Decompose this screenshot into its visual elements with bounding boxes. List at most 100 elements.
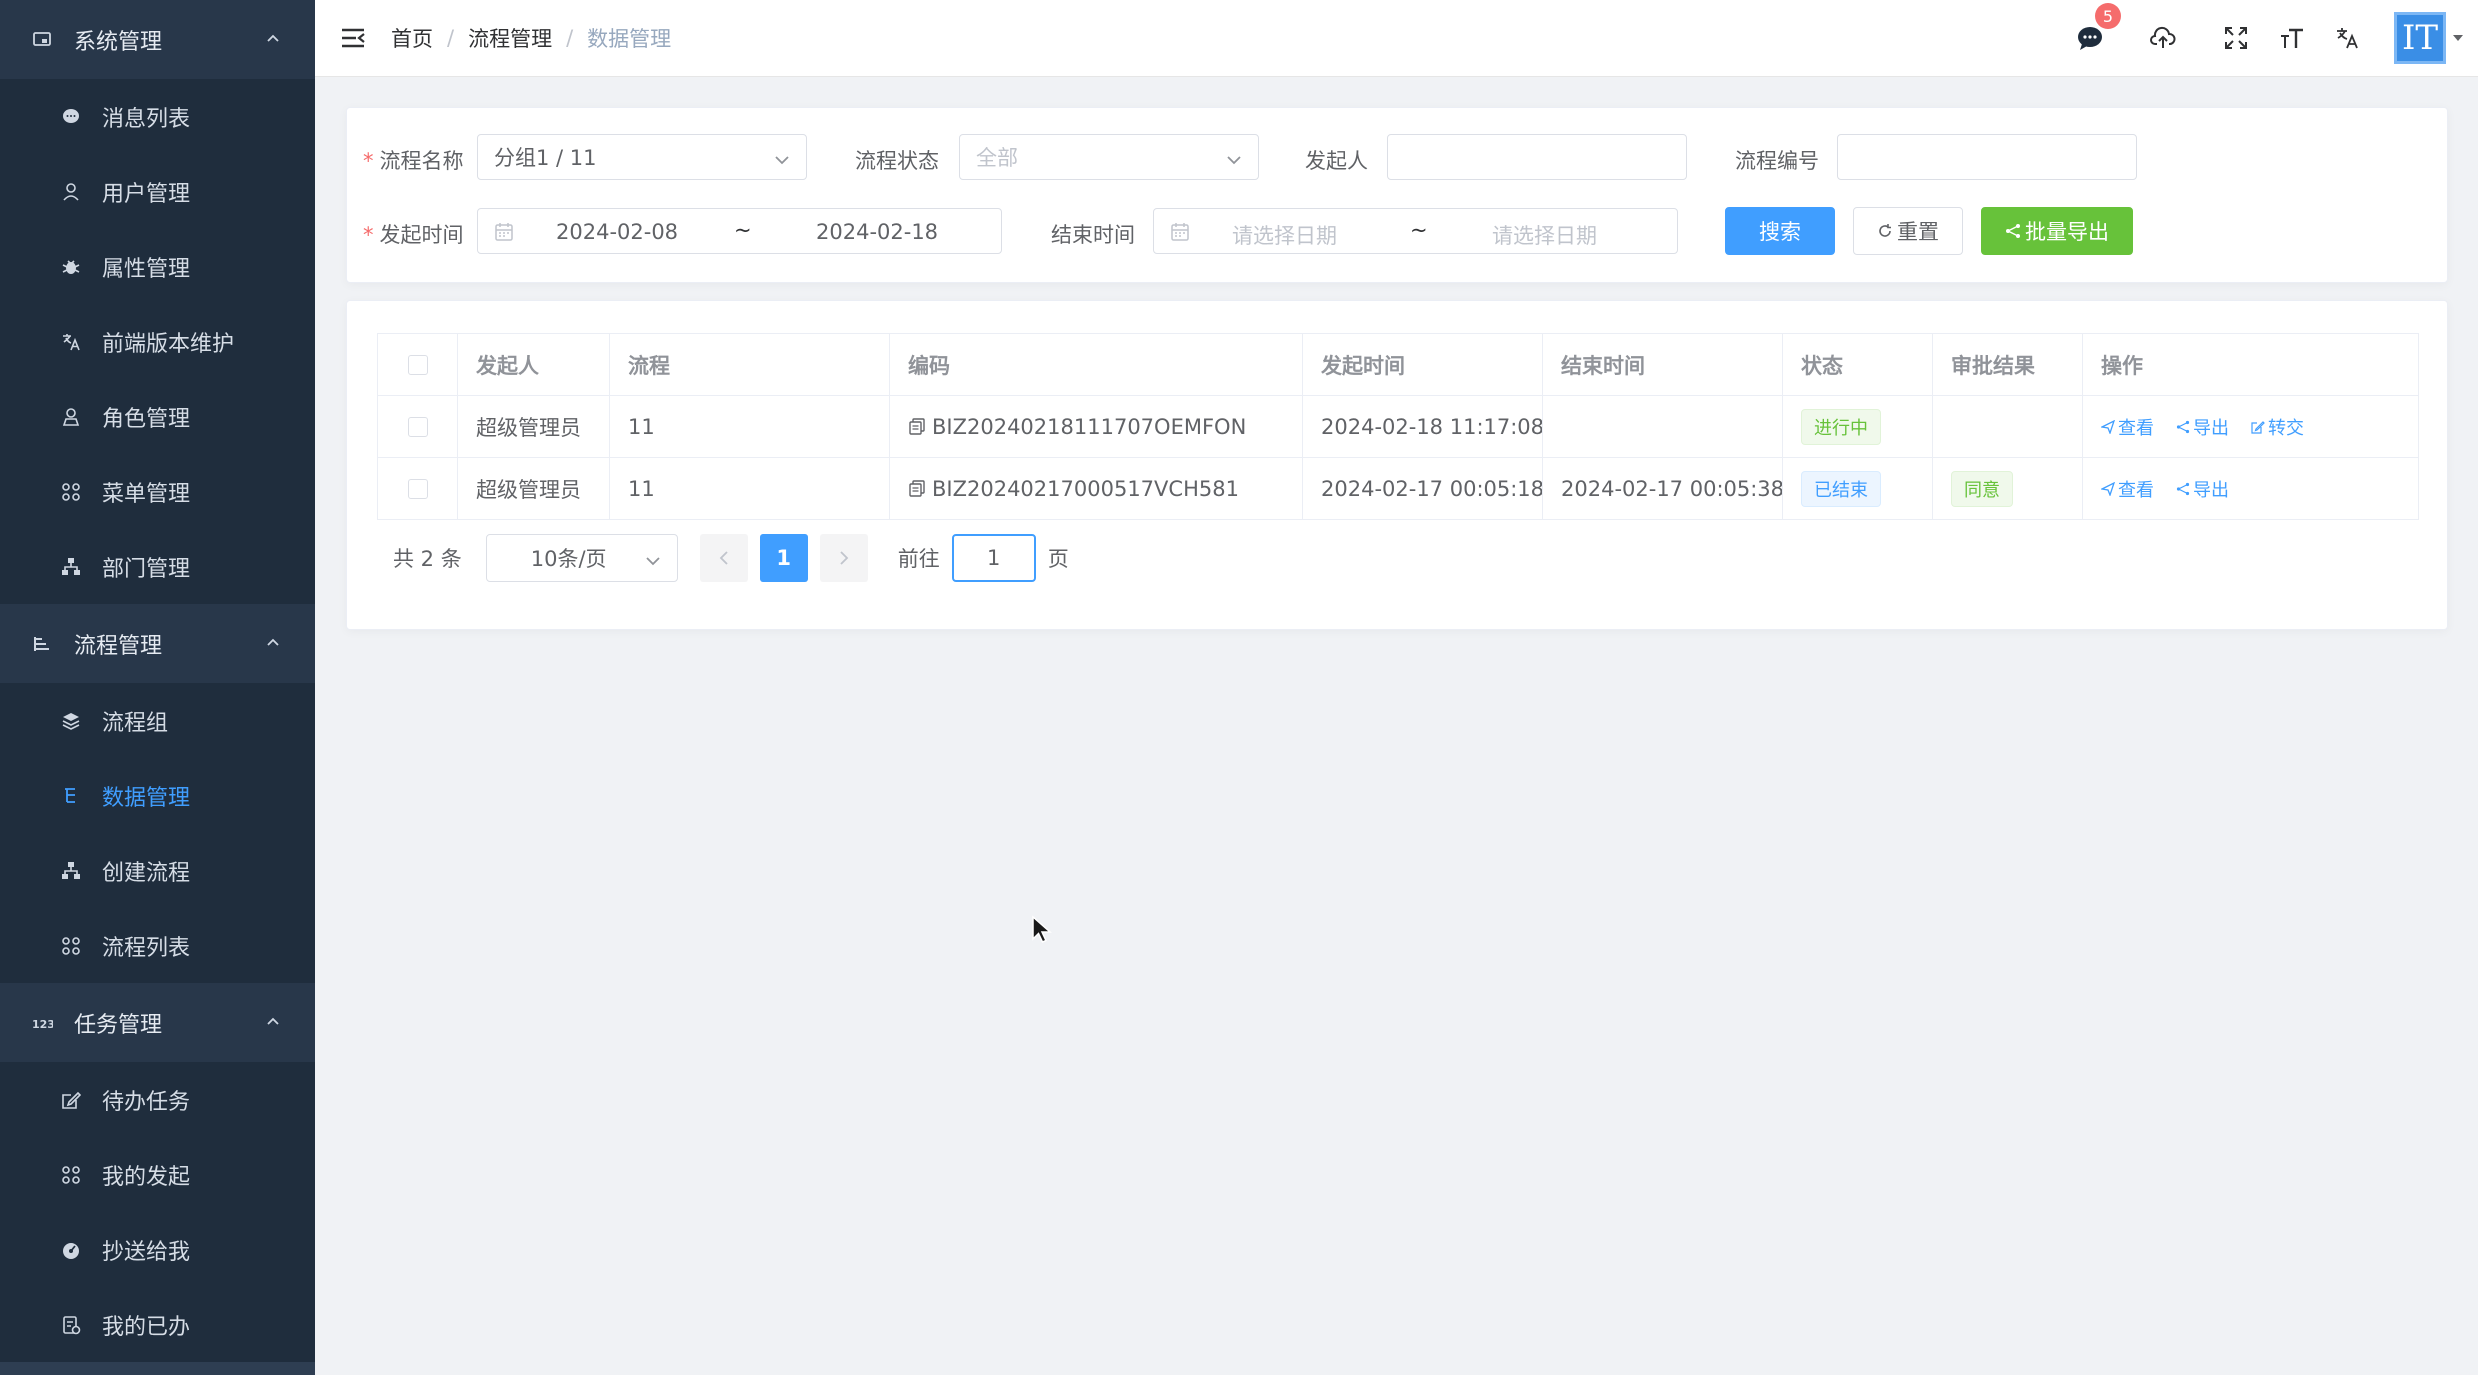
- sidebar-item-cc-to-me[interactable]: 抄送给我: [0, 1212, 315, 1287]
- sidebar-item-label: 菜单管理: [102, 481, 191, 507]
- page-number-button[interactable]: 1: [759, 534, 808, 582]
- sidebar-item-frontend-version[interactable]: 前端版本维护: [0, 304, 315, 379]
- sidebar: 系统管理 消息列表 用户管理 属性管理 前端版本维护 角色管理 菜单管理 部门管…: [0, 0, 315, 1375]
- sidebar-item-menu-management[interactable]: 菜单管理: [0, 454, 315, 529]
- sidebar-item-data-management[interactable]: 数据管理: [0, 758, 315, 833]
- reset-button[interactable]: 重置: [1853, 207, 1963, 255]
- sidebar-item-department-management[interactable]: 部门管理: [0, 529, 315, 604]
- sidebar-item-todo-tasks[interactable]: 待办任务: [0, 1062, 315, 1137]
- column-header-start-time: 发起时间: [1303, 334, 1543, 395]
- start-date-from[interactable]: 2024-02-08: [556, 220, 678, 244]
- export-link[interactable]: 导出: [2176, 476, 2229, 502]
- start-time-range-picker[interactable]: 2024-02-08 ~ 2024-02-18: [477, 208, 1002, 254]
- sidebar-item-create-flow[interactable]: 创建流程: [0, 833, 315, 908]
- edit-icon: [2251, 420, 2265, 434]
- cell-status: 已结束: [1783, 458, 1933, 519]
- sidebar-item-my-done[interactable]: 我的已办: [0, 1287, 315, 1362]
- breadcrumb-flow-management[interactable]: 流程管理: [468, 23, 552, 53]
- batch-export-button[interactable]: 批量导出: [1981, 207, 2133, 255]
- translate-icon[interactable]: [2333, 23, 2363, 53]
- view-link[interactable]: 查看: [2101, 476, 2154, 502]
- sidebar-item-message-list[interactable]: 消息列表: [0, 79, 315, 154]
- sidebar-item-attribute-management[interactable]: 属性管理: [0, 229, 315, 304]
- cell-status: 进行中: [1783, 396, 1933, 457]
- menu-group-system[interactable]: 系统管理: [0, 0, 315, 79]
- table-row: 超级管理员 11 BIZ20240218111707OEMFON 2024-02…: [378, 396, 2418, 458]
- role-icon: [60, 406, 82, 428]
- end-time-range-picker[interactable]: 请选择日期 ~ 请选择日期: [1153, 208, 1678, 254]
- copy-icon[interactable]: [908, 417, 926, 436]
- search-button[interactable]: 搜索: [1725, 207, 1835, 255]
- sidebar-item-label: 流程组: [102, 710, 169, 736]
- breadcrumb-home[interactable]: 首页: [391, 23, 433, 53]
- chevron-right-icon: [840, 551, 848, 565]
- batch-export-label: 批量导出: [2025, 220, 2109, 244]
- table-header-row: 发起人 流程 编码 发起时间 结束时间 状态 审批结果 操作: [378, 334, 2418, 396]
- page-size-select[interactable]: 10条/页: [485, 534, 678, 582]
- cell-initiator: 超级管理员: [458, 396, 610, 457]
- view-link[interactable]: 查看: [2101, 414, 2154, 440]
- start-date-to[interactable]: 2024-02-18: [816, 220, 938, 244]
- share-icon: [2005, 223, 2021, 239]
- sidebar-item-flow-list[interactable]: 流程列表: [0, 908, 315, 983]
- page-size-value: 10条/页: [530, 547, 607, 571]
- sidebar-item-my-initiated[interactable]: 我的发起: [0, 1137, 315, 1212]
- view-label: 查看: [2118, 417, 2154, 439]
- code-text: BIZ20240218111707OEMFON: [932, 414, 1247, 439]
- chevron-up-icon: [265, 632, 281, 657]
- hamburger-icon[interactable]: [339, 24, 367, 52]
- initiator-input[interactable]: [1387, 134, 1687, 180]
- export-link[interactable]: 导出: [2176, 414, 2229, 440]
- font-size-icon[interactable]: [2277, 23, 2307, 53]
- process-name-select[interactable]: 分组1 / 11: [477, 134, 807, 180]
- end-date-from-placeholder[interactable]: 请选择日期: [1232, 220, 1337, 250]
- fullscreen-icon[interactable]: [2221, 23, 2251, 53]
- column-header-process: 流程: [610, 334, 890, 395]
- sidebar-item-user-management[interactable]: 用户管理: [0, 154, 315, 229]
- sidebar-item-label: 创建流程: [102, 860, 191, 886]
- select-all-checkbox[interactable]: [407, 354, 428, 375]
- send-icon: [2101, 481, 2115, 496]
- column-header-actions: 操作: [2101, 353, 2143, 378]
- goto-page-input[interactable]: 1: [951, 534, 1036, 582]
- copy-icon[interactable]: [908, 479, 926, 498]
- calendar-icon: [494, 222, 514, 247]
- share-icon: [2176, 420, 2190, 433]
- cell-actions: 查看 导出: [2083, 458, 2418, 519]
- pagination-total: 共 2 条: [393, 547, 462, 571]
- column-header-end-time: 结束时间: [1543, 334, 1783, 395]
- dashboard-icon: [60, 1239, 82, 1261]
- data-table-card: 发起人 流程 编码 发起时间 结束时间 状态 审批结果 操作 超级管理员 11 …: [346, 300, 2448, 630]
- avatar[interactable]: IT: [2394, 12, 2446, 64]
- goto-page-value: 1: [987, 546, 1001, 570]
- sidebar-item-role-management[interactable]: 角色管理: [0, 379, 315, 454]
- process-status-placeholder: 全部: [976, 146, 1018, 170]
- row-checkbox[interactable]: [407, 478, 428, 499]
- transfer-link[interactable]: 转交: [2251, 414, 2304, 440]
- sidebar-item-label: 属性管理: [102, 256, 191, 282]
- process-no-input[interactable]: [1837, 134, 2137, 180]
- menu-group-flow[interactable]: 流程管理: [0, 604, 315, 683]
- table-row: 超级管理员 11 BIZ20240217000517VCH581 2024-02…: [378, 458, 2418, 519]
- grid-icon: [60, 935, 82, 957]
- chevron-up-icon: [265, 28, 281, 53]
- caret-down-icon[interactable]: [2452, 34, 2466, 42]
- notification-badge: 5: [2095, 3, 2121, 29]
- cell-start-time: 2024-02-17 00:05:18: [1303, 458, 1543, 519]
- prev-page-button[interactable]: [699, 534, 748, 582]
- sidebar-item-label: 部门管理: [102, 556, 191, 582]
- svg-text:123: 123: [32, 1018, 53, 1031]
- sidebar-item-flow-group[interactable]: 流程组: [0, 683, 315, 758]
- upload-icon[interactable]: [2148, 23, 2178, 53]
- sidebar-item-label: 前端版本维护: [102, 331, 235, 357]
- next-page-button[interactable]: [819, 534, 868, 582]
- menu-group-task[interactable]: 123 任务管理: [0, 983, 315, 1062]
- header-select-all-cell: [378, 334, 458, 395]
- end-date-to-placeholder[interactable]: 请选择日期: [1492, 220, 1597, 250]
- notification-button[interactable]: 5: [2075, 3, 2121, 53]
- process-status-select[interactable]: 全部: [959, 134, 1259, 180]
- code-text: BIZ20240217000517VCH581: [932, 476, 1239, 501]
- result-badge: 同意: [1951, 470, 2013, 507]
- menu-group-label: 任务管理: [74, 1012, 163, 1038]
- row-checkbox[interactable]: [407, 416, 428, 437]
